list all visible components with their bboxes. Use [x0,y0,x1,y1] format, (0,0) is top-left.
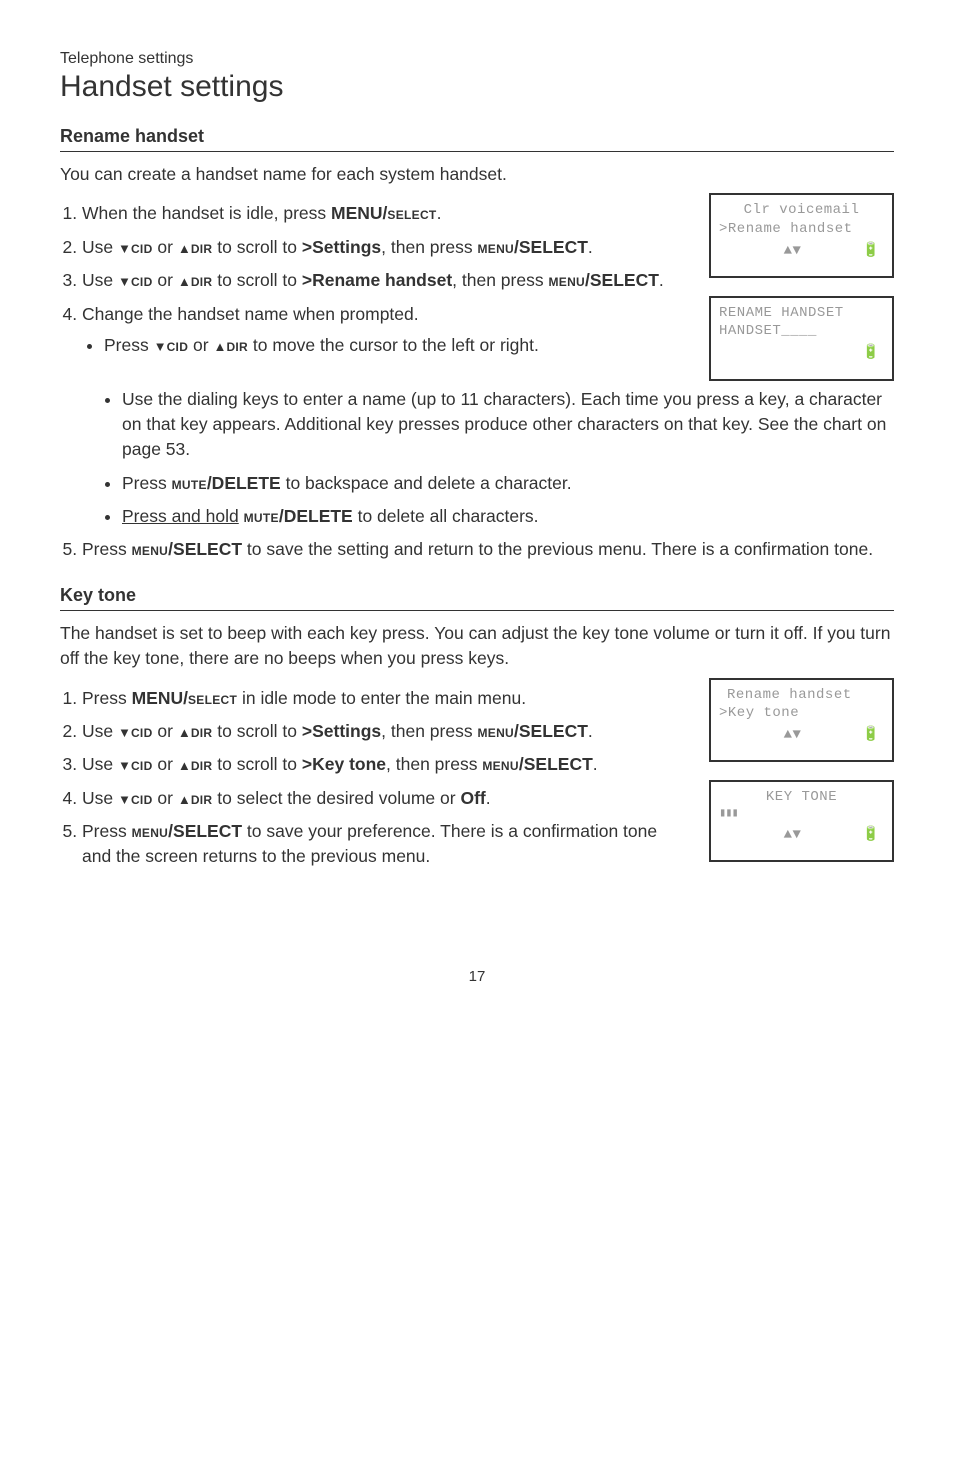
triangle-down-icon [118,788,131,808]
section1-steps-cont: Use the dialing keys to enter a name (up… [60,387,894,563]
page-category: Telephone settings [60,50,894,68]
triangle-up-icon [178,270,191,290]
scroll-arrows-icon: ▲▼ [723,242,862,260]
section-title-keytone: Key tone [60,585,894,611]
bullet-4: Press and hold mute/DELETE to delete all… [122,504,894,529]
triangle-down-icon [118,721,131,741]
step-4: Change the handset name when prompted. P… [82,302,689,359]
step-4: Use cid or dir to select the desired vol… [82,786,689,811]
step-1: When the handset is idle, press MENU/sel… [82,201,689,226]
bullet-3: Press mute/DELETE to backspace and delet… [122,471,894,496]
triangle-up-icon [178,721,191,741]
step-5: Press menu/SELECT to save the setting an… [82,537,894,562]
triangle-down-icon [154,335,167,355]
triangle-down-icon [118,270,131,290]
battery-icon: 🔋 [862,242,880,260]
section2-steps: Press MENU/select in idle mode to enter … [60,678,689,878]
bullet-2: Use the dialing keys to enter a name (up… [122,387,894,463]
volume-bars-icon: ▮▮▮ [719,806,884,822]
bullet-1: Press cid or dir to move the cursor to t… [104,333,689,358]
triangle-down-icon [118,237,131,257]
scroll-arrows-icon: ▲▼ [723,826,862,844]
triangle-up-icon [213,335,226,355]
section1-intro: You can create a handset name for each s… [60,162,894,187]
step-3: Use cid or dir to scroll to >Key tone, t… [82,752,689,777]
battery-icon: 🔋 [862,726,880,744]
step-1: Press MENU/select in idle mode to enter … [82,686,689,711]
scroll-arrows-icon: ▲▼ [723,726,862,744]
lcd-screen-rename-edit: RENAME HANDSET HANDSET____ 🔋 [709,296,894,381]
triangle-up-icon [178,788,191,808]
page-number: 17 [60,968,894,985]
triangle-down-icon [118,754,131,774]
step-2: Use cid or dir to scroll to >Settings, t… [82,719,689,744]
section2-intro: The handset is set to beep with each key… [60,621,894,672]
step-5: Press menu/SELECT to save your preferenc… [82,819,689,870]
battery-icon: 🔋 [862,826,880,844]
triangle-up-icon [178,237,191,257]
step-3: Use cid or dir to scroll to >Rename hand… [82,268,689,293]
section1-steps: When the handset is idle, press MENU/sel… [60,193,689,366]
page-title: Handset settings [60,70,894,104]
section-title-rename: Rename handset [60,126,894,152]
battery-icon: 🔋 [862,344,880,362]
triangle-up-icon [178,754,191,774]
lcd-screen-keytone-volume: KEY TONE ▮▮▮ ▲▼ 🔋 [709,780,894,862]
lcd-screen-rename-menu: Clr voicemail >Rename handset ▲▼ 🔋 [709,193,894,278]
step-2: Use cid or dir to scroll to >Settings, t… [82,235,689,260]
lcd-screen-keytone-menu: Rename handset >Key tone ▲▼ 🔋 [709,678,894,763]
